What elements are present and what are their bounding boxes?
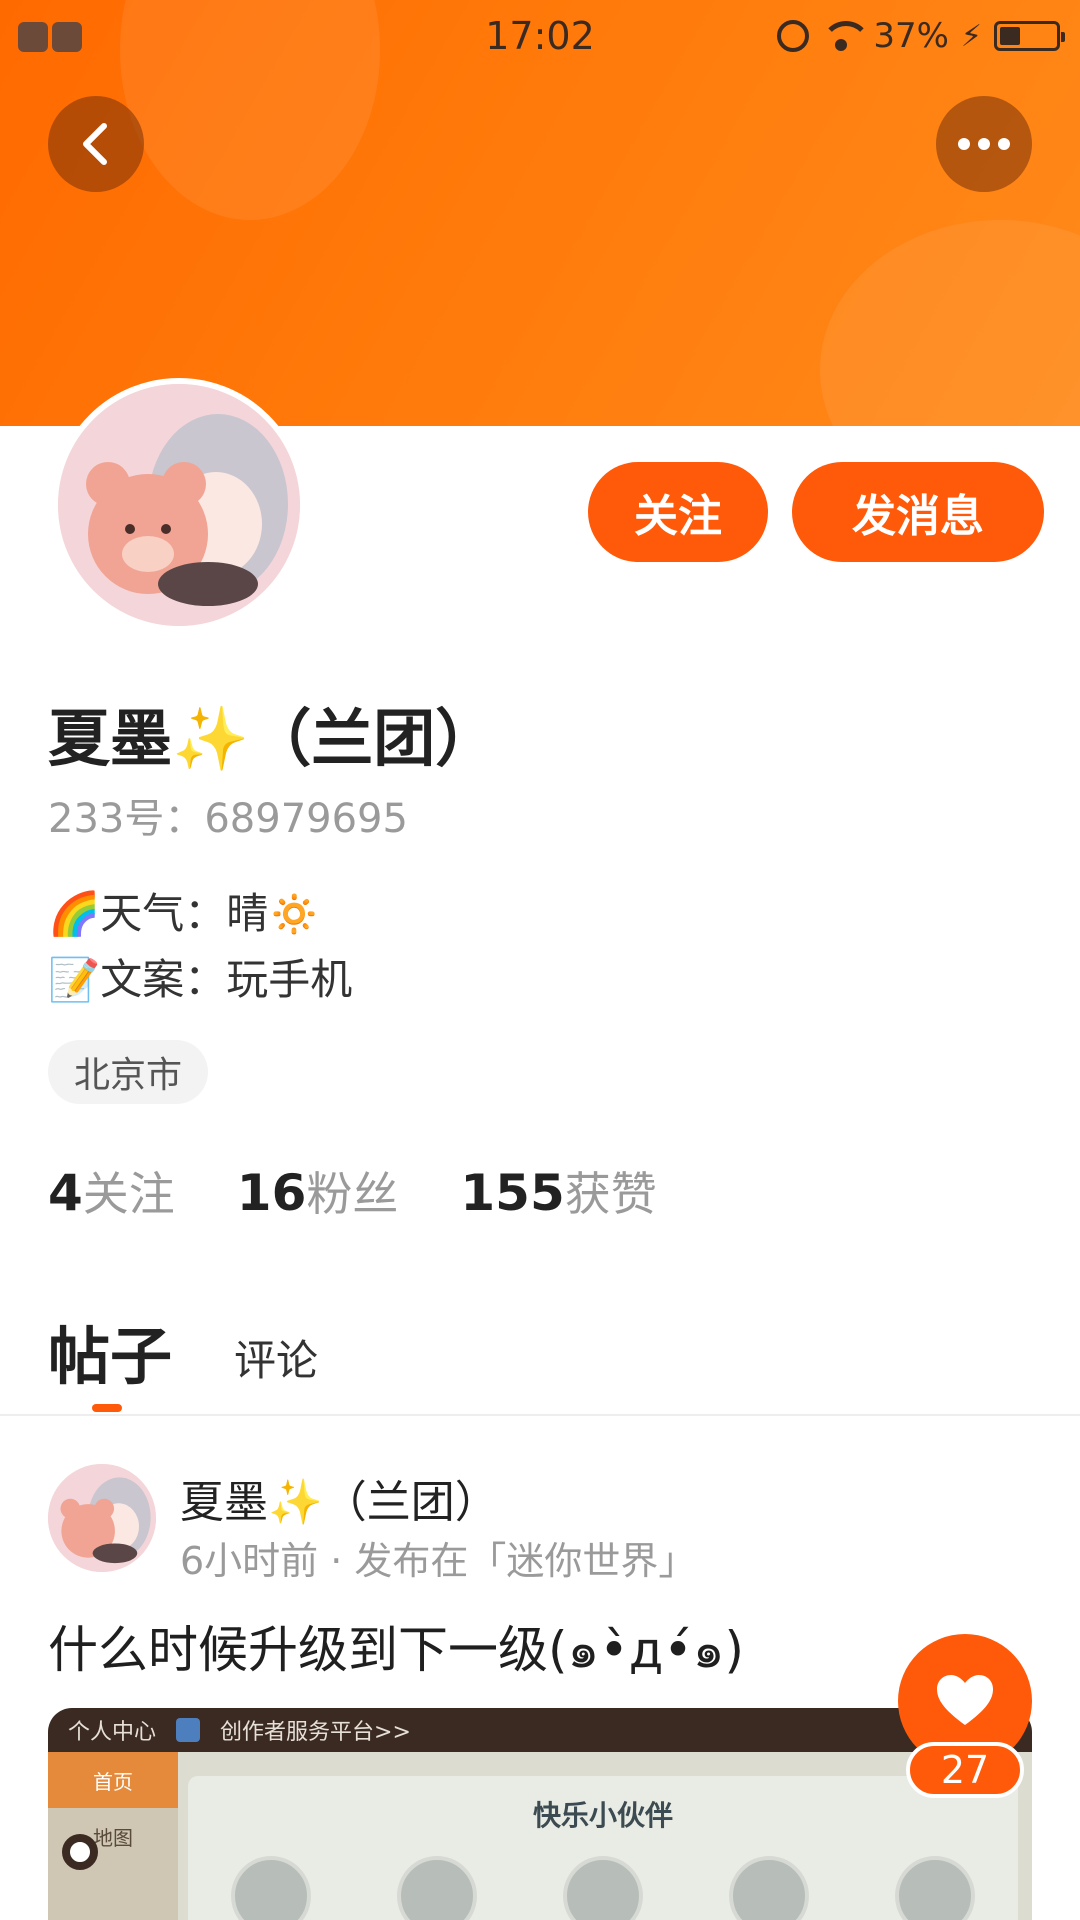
image-tab-label: 个人中心 <box>68 1720 157 1745</box>
divider <box>0 1414 1080 1416</box>
image-link-label: 创作者服务平台>> <box>220 1720 411 1745</box>
stat-following[interactable]: 4关注 <box>48 1158 175 1224</box>
avatar-image <box>58 384 300 626</box>
status-bar: 17:02 37% ⚡ <box>0 0 1080 76</box>
stat-likes[interactable]: 155获赞 <box>460 1158 656 1224</box>
banner-decoration <box>820 220 1080 426</box>
post-meta: 6小时前 · 发布在「迷你世界」 <box>180 1539 697 1583</box>
tab-posts[interactable]: 帖子 <box>48 1306 172 1396</box>
more-button[interactable] <box>936 96 1032 192</box>
heart-icon <box>937 1675 993 1725</box>
bio-line: 🌈天气：晴🔅 <box>48 889 321 938</box>
stat-label: 关注 <box>82 1167 175 1221</box>
bolt-icon: ⚡ <box>960 18 982 54</box>
profile-stats: 4关注 16粉丝 155获赞 <box>48 1158 657 1224</box>
stat-number: 4 <box>48 1164 83 1222</box>
tab-comments[interactable]: 评论 <box>234 1327 318 1396</box>
back-button[interactable] <box>48 96 144 192</box>
wifi-icon <box>821 21 872 51</box>
follow-button[interactable]: 关注 <box>588 462 768 562</box>
post-image[interactable]: 个人中心 创作者服务平台>> 首页 地图 快乐小伙伴 <box>48 1708 1032 1920</box>
post-author-name[interactable]: 夏墨✨（兰团） <box>180 1466 499 1530</box>
stat-label: 粉丝 <box>306 1167 399 1221</box>
image-panel: 快乐小伙伴 <box>188 1776 1018 1920</box>
profile-banner: 17:02 37% ⚡ <box>0 0 1080 426</box>
image-sidebar: 首页 地图 <box>48 1752 178 1920</box>
content-tabs: 帖子 评论 <box>48 1306 318 1396</box>
more-dots-icon <box>958 138 1010 150</box>
battery-icon <box>994 21 1065 51</box>
image-panel-title: 快乐小伙伴 <box>532 1799 673 1832</box>
stat-number: 155 <box>460 1164 565 1222</box>
profile-id: 233号：68979695 <box>48 796 408 842</box>
image-indicator-dot <box>62 1834 98 1870</box>
location-badge: 北京市 <box>48 1040 209 1104</box>
post-author-avatar[interactable] <box>48 1464 156 1572</box>
like-count: 27 <box>906 1742 1024 1798</box>
post-text[interactable]: 什么时候升级到下一级(๑•̀д•́๑) <box>48 1610 744 1690</box>
avatar-image <box>48 1464 156 1572</box>
tab-indicator <box>92 1404 122 1412</box>
alarm-icon <box>777 20 810 52</box>
stat-label: 获赞 <box>564 1167 657 1221</box>
battery-percent: 37% <box>873 16 949 56</box>
avatar[interactable] <box>52 378 306 632</box>
image-side-item: 首页 <box>48 1752 178 1808</box>
bio-line: 📝文案：玩手机 <box>48 955 353 1004</box>
image-avatar-row <box>188 1856 1018 1920</box>
status-indicators: 37% ⚡ <box>777 16 1065 56</box>
image-topbar: 个人中心 创作者服务平台>> <box>48 1708 1032 1752</box>
send-message-button[interactable]: 发消息 <box>792 462 1044 562</box>
stat-followers[interactable]: 16粉丝 <box>237 1158 399 1224</box>
profile-name: 夏墨✨（兰团） <box>48 702 498 775</box>
stat-number: 16 <box>236 1164 307 1222</box>
chevron-left-icon <box>83 123 107 165</box>
cube-icon <box>176 1718 201 1742</box>
